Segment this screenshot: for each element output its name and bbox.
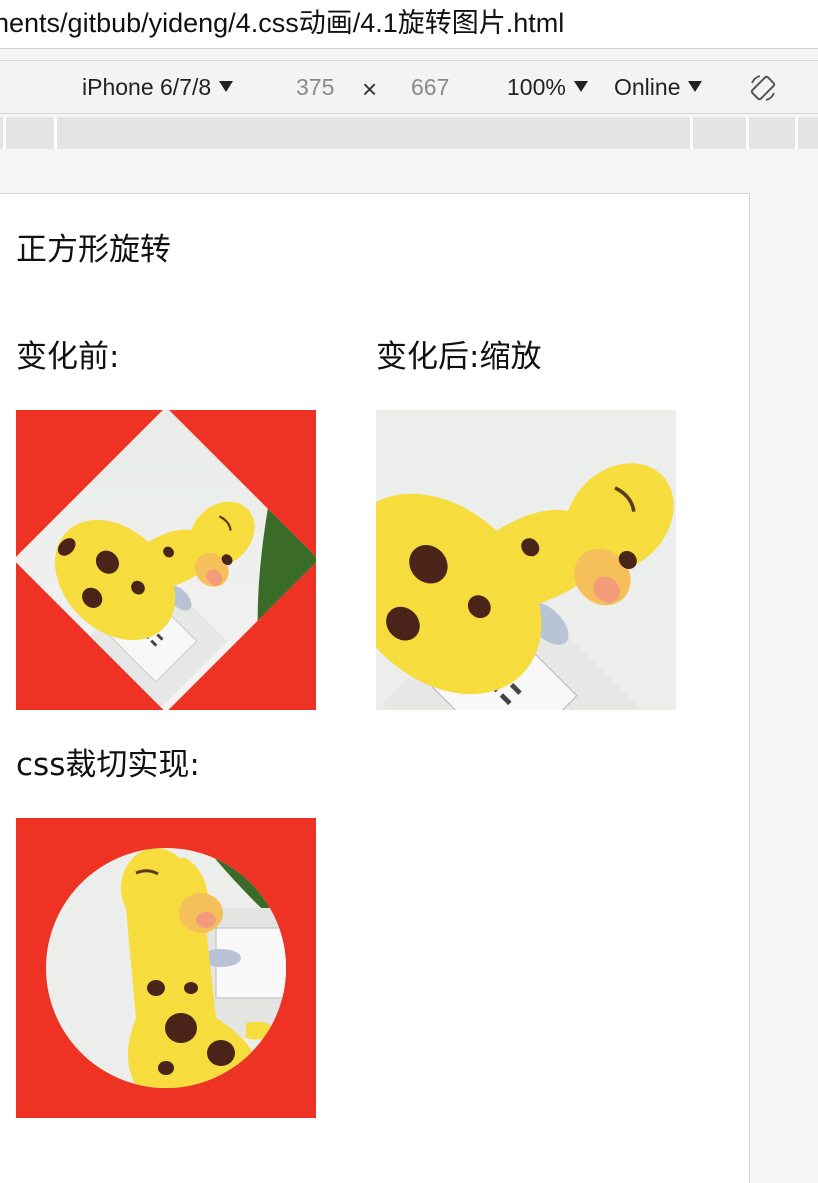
before-label: 变化前: (16, 339, 120, 375)
rotated-giraffe-image (16, 410, 316, 710)
url-text[interactable]: nents/gitbub/yideng/4.css动画/4.1旋转图片.html (0, 5, 564, 41)
media-query-segment[interactable] (693, 117, 746, 149)
giraffe-photo-clipped (46, 848, 286, 1088)
network-select[interactable]: Online (614, 73, 703, 101)
clipped-giraffe-image (16, 818, 316, 1118)
device-viewport: 正方形旋转 变化前: 变化后:缩放 css裁切实现: (0, 193, 750, 1183)
caret-down-icon (688, 81, 703, 92)
rotate-device-icon[interactable] (748, 73, 778, 103)
device-toolbar: iPhone 6/7/8 375 × 667 100% Online (0, 60, 818, 114)
after-label: 变化后:缩放 (376, 339, 542, 375)
scaled-giraffe-image (376, 410, 676, 710)
page-heading: 正方形旋转 (16, 232, 171, 268)
address-bar[interactable]: nents/gitbub/yideng/4.css动画/4.1旋转图片.html (0, 0, 818, 49)
media-query-segment[interactable] (0, 117, 3, 149)
media-query-segment[interactable] (57, 117, 690, 149)
media-query-segment[interactable] (749, 117, 795, 149)
media-query-bar (0, 117, 818, 149)
caret-down-icon (219, 81, 234, 92)
zoom-label: 100% (507, 74, 566, 100)
device-label: iPhone 6/7/8 (82, 74, 212, 100)
caret-down-icon (573, 81, 588, 92)
zoom-select[interactable]: 100% (507, 73, 588, 101)
giraffe-photo-scaled (376, 410, 676, 710)
height-input[interactable]: 667 (411, 73, 449, 101)
width-input[interactable]: 375 (296, 73, 334, 101)
giraffe-photo-rotated (16, 410, 316, 710)
media-query-segment[interactable] (6, 117, 54, 149)
network-label: Online (614, 74, 681, 100)
media-query-segment[interactable] (798, 117, 818, 149)
times-icon: × (362, 74, 378, 104)
device-select[interactable]: iPhone 6/7/8 (82, 73, 234, 101)
clip-label: css裁切实现: (16, 747, 200, 783)
